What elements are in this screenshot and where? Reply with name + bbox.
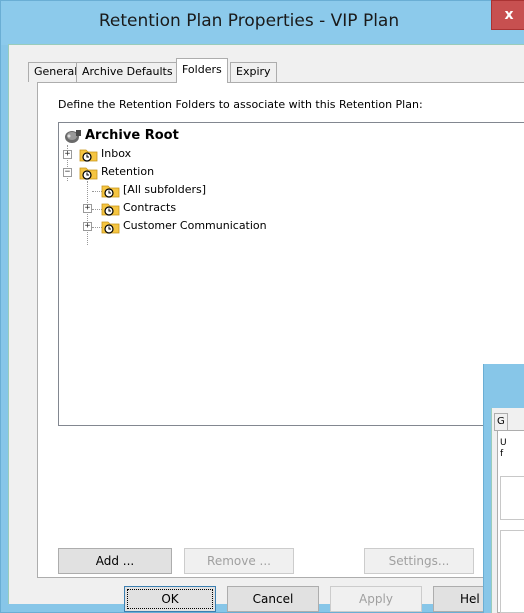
tree-item-customer-communication[interactable]: + Customer Communication: [83, 217, 343, 235]
tree-item-inbox[interactable]: + Inbox: [63, 145, 263, 163]
retention-folder-icon: [79, 164, 99, 180]
retention-folder-icon: [101, 182, 121, 198]
tree-root-label: Archive Root: [85, 128, 179, 143]
window-title: Retention Plan Properties - VIP Plan: [98, 11, 400, 31]
instruction-text: Define the Retention Folders to associat…: [58, 98, 423, 111]
background-dialog-text: f: [500, 449, 504, 459]
tree-item-retention[interactable]: − Retention: [63, 163, 263, 181]
tree-item-label: Inbox: [101, 147, 132, 160]
settings-button[interactable]: Settings...: [364, 548, 474, 574]
remove-button[interactable]: Remove ...: [184, 548, 294, 574]
tree-item-label: Customer Communication: [123, 219, 267, 232]
tree-item-label: Contracts: [123, 201, 177, 214]
tree-item-label: Retention: [101, 165, 155, 178]
close-button[interactable]: x: [491, 0, 524, 30]
tree-root[interactable]: Archive Root: [63, 127, 263, 145]
add-button[interactable]: Add ...: [58, 548, 172, 574]
title-bar[interactable]: Retention Plan Properties - VIP Plan x: [1, 0, 524, 45]
tree-item-contracts[interactable]: + Contracts: [83, 199, 283, 217]
expand-toggle[interactable]: +: [83, 222, 92, 231]
cancel-button[interactable]: Cancel: [227, 586, 319, 612]
tab-archive-defaults[interactable]: Archive Defaults: [76, 62, 179, 82]
retention-folder-icon: [79, 146, 99, 162]
background-dialog-box: [500, 530, 524, 613]
background-dialog-text: U: [500, 438, 507, 448]
background-dialog-box: [500, 476, 524, 520]
archive-root-icon: [63, 128, 83, 144]
tab-folders[interactable]: Folders: [176, 58, 228, 83]
expand-toggle[interactable]: +: [83, 204, 92, 213]
tree-item-label: [All subfolders]: [123, 183, 207, 196]
apply-button[interactable]: Apply: [330, 586, 422, 612]
retention-folder-icon: [101, 218, 121, 234]
collapse-toggle[interactable]: −: [63, 168, 72, 177]
ok-button[interactable]: OK: [124, 586, 216, 612]
background-dialog-tab[interactable]: G: [494, 413, 508, 431]
expand-toggle[interactable]: +: [63, 150, 72, 159]
tree-item-all-subfolders[interactable]: [All subfolders]: [101, 181, 301, 199]
retention-folder-icon: [101, 200, 121, 216]
tab-expiry[interactable]: Expiry: [230, 62, 277, 82]
folder-tree[interactable]: Archive Root + Inbox − Retention [All su…: [58, 122, 524, 426]
